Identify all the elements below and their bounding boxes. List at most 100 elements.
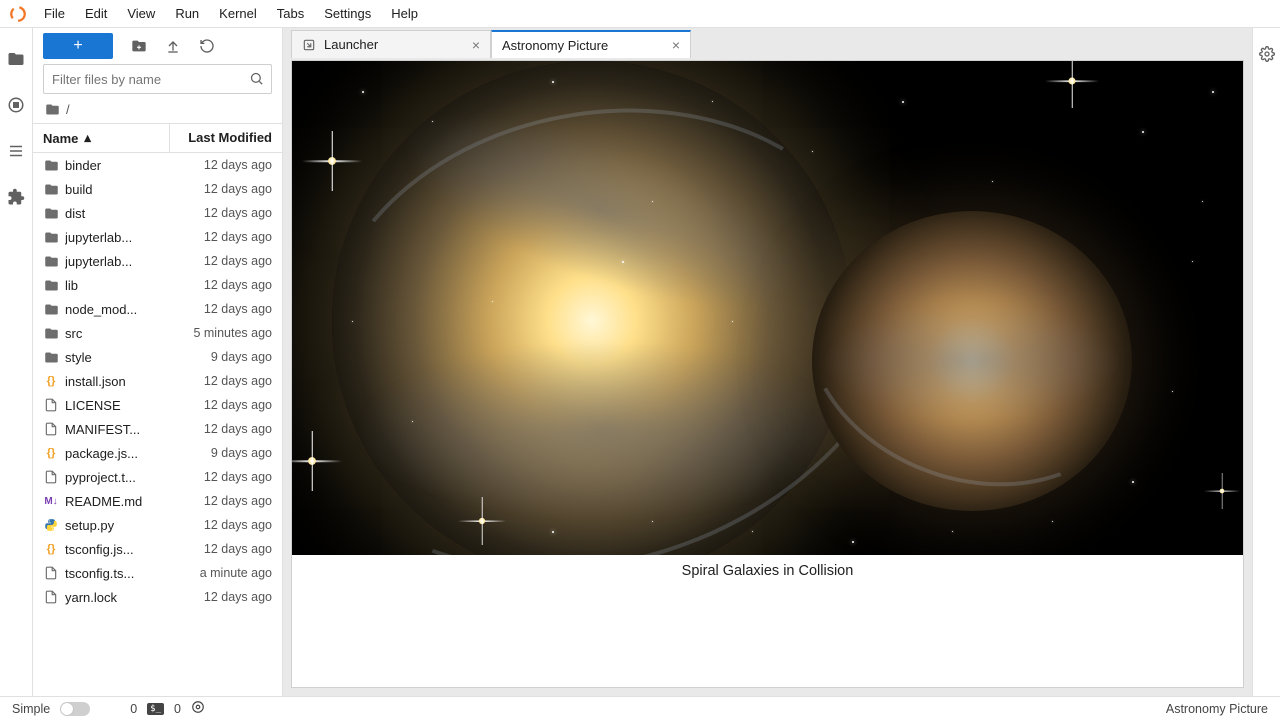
menu-file[interactable]: File	[34, 2, 75, 25]
file-name: jupyterlab...	[65, 254, 172, 269]
file-row[interactable]: LICENSE12 days ago	[33, 393, 282, 417]
file-name: tsconfig.ts...	[65, 566, 172, 581]
image-caption: Spiral Galaxies in Collision	[292, 555, 1243, 587]
extensions-icon[interactable]	[7, 188, 25, 206]
gear-icon[interactable]	[1259, 46, 1275, 67]
menubar: FileEditViewRunKernelTabsSettingsHelp	[0, 0, 1280, 28]
file-name: build	[65, 182, 172, 197]
refresh-icon[interactable]	[199, 38, 215, 54]
folder-icon[interactable]	[7, 50, 25, 68]
file-modified: 12 days ago	[172, 182, 272, 196]
status-bar: Simple 0 $_ 0 Astronomy Picture	[0, 696, 1280, 720]
column-name[interactable]: Name▴	[33, 124, 170, 152]
file-icon	[43, 397, 59, 413]
file-row[interactable]: yarn.lock12 days ago	[33, 585, 282, 609]
file-icon	[43, 589, 59, 605]
folder-icon	[43, 181, 59, 197]
file-modified: 12 days ago	[172, 230, 272, 244]
file-modified: 12 days ago	[172, 254, 272, 268]
file-row[interactable]: binder12 days ago	[33, 153, 282, 177]
file-name: package.js...	[65, 446, 172, 461]
simple-mode-toggle[interactable]	[60, 702, 90, 716]
menu-tabs[interactable]: Tabs	[267, 2, 314, 25]
folder-icon	[45, 102, 60, 117]
file-row[interactable]: src5 minutes ago	[33, 321, 282, 345]
file-row[interactable]: style9 days ago	[33, 345, 282, 369]
file-name: jupyterlab...	[65, 230, 172, 245]
file-row[interactable]: MANIFEST...12 days ago	[33, 417, 282, 441]
tab-launcher[interactable]: Launcher ×	[291, 30, 491, 58]
folder-icon	[43, 349, 59, 365]
breadcrumb-root: /	[66, 102, 70, 117]
file-icon	[43, 421, 59, 437]
md-icon: M↓	[43, 493, 59, 509]
file-row[interactable]: node_mod...12 days ago	[33, 297, 282, 321]
file-name: dist	[65, 206, 172, 221]
upload-icon[interactable]	[165, 38, 181, 54]
folder-icon	[43, 253, 59, 269]
menu-settings[interactable]: Settings	[314, 2, 381, 25]
file-modified: 12 days ago	[172, 206, 272, 220]
tab-label: Astronomy Picture	[502, 38, 608, 53]
astronomy-image	[292, 61, 1243, 555]
filter-input[interactable]	[43, 64, 272, 94]
menu-help[interactable]: Help	[381, 2, 428, 25]
breadcrumb[interactable]: /	[33, 102, 282, 123]
menu-edit[interactable]: Edit	[75, 2, 117, 25]
file-row[interactable]: lib12 days ago	[33, 273, 282, 297]
folder-icon	[43, 301, 59, 317]
close-icon[interactable]: ×	[472, 37, 480, 53]
terminal-icon[interactable]: $_	[147, 703, 164, 715]
file-row[interactable]: jupyterlab...12 days ago	[33, 249, 282, 273]
close-icon[interactable]: ×	[672, 37, 680, 53]
kernel-count[interactable]: 0	[130, 702, 137, 716]
menu-run[interactable]: Run	[165, 2, 209, 25]
status-context: Astronomy Picture	[1166, 702, 1268, 716]
folder-icon	[43, 277, 59, 293]
file-row[interactable]: {}package.js...9 days ago	[33, 441, 282, 465]
file-modified: 5 minutes ago	[172, 326, 272, 340]
py-icon	[43, 517, 59, 533]
json-icon: {}	[43, 541, 59, 557]
sort-asc-icon: ▴	[84, 130, 91, 146]
file-modified: 12 days ago	[172, 302, 272, 316]
file-row[interactable]: M↓README.md12 days ago	[33, 489, 282, 513]
file-name: README.md	[65, 494, 172, 509]
file-icon	[43, 565, 59, 581]
menu-view[interactable]: View	[117, 2, 165, 25]
search-icon	[249, 71, 264, 91]
file-name: lib	[65, 278, 172, 293]
terminal-count[interactable]: 0	[174, 702, 181, 716]
file-row[interactable]: tsconfig.ts...a minute ago	[33, 561, 282, 585]
file-row[interactable]: pyproject.t...12 days ago	[33, 465, 282, 489]
toc-icon[interactable]	[7, 142, 25, 160]
settings-icon[interactable]	[191, 700, 205, 717]
file-list: binder12 days agobuild12 days agodist12 …	[33, 153, 282, 696]
menu-kernel[interactable]: Kernel	[209, 2, 267, 25]
file-modified: 12 days ago	[172, 542, 272, 556]
file-row[interactable]: dist12 days ago	[33, 201, 282, 225]
file-name: src	[65, 326, 172, 341]
running-icon[interactable]	[7, 96, 25, 114]
new-folder-icon[interactable]	[131, 38, 147, 54]
property-inspector-rail	[1252, 28, 1280, 696]
file-row[interactable]: {}tsconfig.js...12 days ago	[33, 537, 282, 561]
column-modified[interactable]: Last Modified	[170, 124, 282, 152]
file-row[interactable]: setup.py12 days ago	[33, 513, 282, 537]
file-modified: 12 days ago	[172, 398, 272, 412]
file-name: binder	[65, 158, 172, 173]
mode-label: Simple	[12, 702, 50, 716]
tab-astronomy-picture[interactable]: Astronomy Picture ×	[491, 30, 691, 58]
file-row[interactable]: build12 days ago	[33, 177, 282, 201]
file-list-header: Name▴ Last Modified	[33, 123, 282, 153]
file-row[interactable]: jupyterlab...12 days ago	[33, 225, 282, 249]
file-name: pyproject.t...	[65, 470, 172, 485]
file-row[interactable]: {}install.json12 days ago	[33, 369, 282, 393]
new-launcher-button[interactable]: +	[43, 33, 113, 59]
tab-label: Launcher	[324, 37, 378, 52]
file-modified: 9 days ago	[172, 350, 272, 364]
folder-icon	[43, 157, 59, 173]
file-modified: 12 days ago	[172, 374, 272, 388]
file-name: style	[65, 350, 172, 365]
file-modified: 12 days ago	[172, 470, 272, 484]
